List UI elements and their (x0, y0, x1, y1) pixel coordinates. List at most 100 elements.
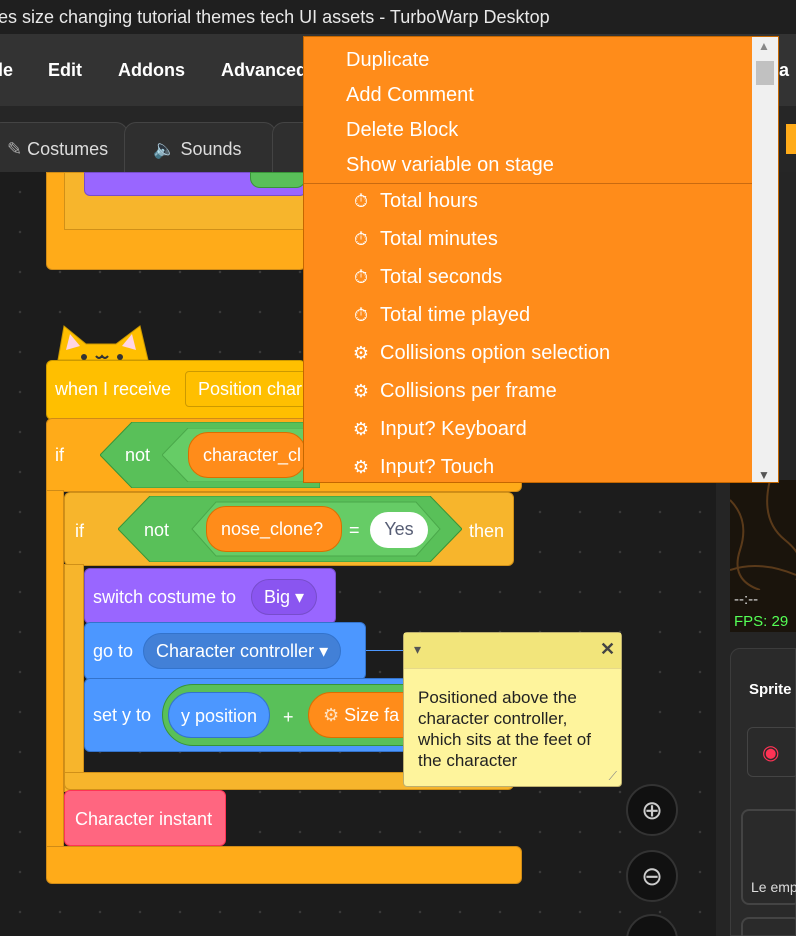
sprite-tile-2[interactable] (741, 917, 796, 936)
context-menu-scrollbar[interactable]: ▲ ▼ (752, 37, 778, 482)
dropdown-arrow-icon: ▾ (295, 587, 305, 607)
go-to-block[interactable]: go to Character controller ▾ (84, 622, 366, 680)
menu-item-label: Collisions per frame (380, 380, 557, 402)
character-clone-reporter[interactable]: character_cl (188, 432, 306, 478)
menu-addons[interactable]: Addons (118, 34, 185, 106)
message-dropdown[interactable]: Position char (185, 371, 307, 407)
gear-icon: ⚙ (352, 457, 370, 477)
sprite-tile[interactable]: Le emp (741, 809, 796, 905)
menu-item-label: Total time played (380, 304, 531, 326)
zoom-out-button[interactable]: ⊖ (626, 850, 678, 902)
if-inner-arm (64, 564, 84, 792)
zoom-in-button[interactable]: ⊕ (626, 784, 678, 836)
tab-costumes[interactable]: ✎ Costumes (0, 122, 128, 176)
go-to-label: go to (93, 641, 134, 661)
stage-mode-indicator (786, 124, 796, 154)
menu-item-input-keyboard[interactable]: ⚙ Input? Keyboard (350, 418, 527, 441)
fps-counter: FPS: 29 (734, 613, 789, 630)
sprite-panel: Sprite ◉ Le emp (730, 648, 796, 936)
menu-item-label: Input? Keyboard (380, 418, 527, 440)
tab-costumes-label: Costumes (27, 139, 109, 159)
menu-item-delete-block[interactable]: Delete Block (346, 119, 458, 142)
character-instant-label: Character instant (75, 809, 213, 829)
stopwatch-icon: ⏱ (353, 191, 369, 211)
switch-costume-label: switch costume to (93, 587, 237, 607)
menu-advanced[interactable]: Advanced (221, 34, 307, 106)
comment-link-line (366, 650, 404, 651)
menu-item-total-seconds[interactable]: ⏱ Total seconds (350, 266, 502, 289)
sprite-name: Le emp (751, 879, 796, 895)
menu-file[interactable]: le (0, 34, 13, 106)
set-y-label: set y to (93, 705, 152, 725)
comment-resize-handle[interactable]: ⟋ (609, 769, 617, 784)
stage-preview[interactable]: --:-- FPS: 29 (730, 480, 796, 632)
size-factor-reporter[interactable]: ⚙ Size fa (308, 692, 408, 738)
gear-icon: ⚙ (352, 419, 370, 439)
menu-item-show-variable[interactable]: Show variable on stage (346, 154, 554, 177)
menu-edit[interactable]: Edit (48, 34, 82, 106)
if-outer-foot (46, 846, 522, 884)
if-label-inner: if (75, 521, 84, 541)
gear-icon: ⚙ (323, 705, 340, 725)
if-outer-arm (46, 490, 64, 850)
scroll-up-icon[interactable]: ▲ (758, 39, 770, 53)
sprite-label: Sprite (749, 681, 792, 698)
stopwatch-icon: ⏱ (353, 267, 369, 287)
menu-item-total-minutes[interactable]: ⏱ Total minutes (350, 228, 498, 251)
gear-icon: ⚙ (352, 343, 370, 363)
nose-clone-reporter[interactable]: nose_clone? (206, 506, 342, 552)
menu-item-total-hours[interactable]: ⏱ Total hours (350, 190, 478, 213)
speaker-icon: 🔈 (153, 139, 176, 159)
menu-item-label: Input? Touch (380, 456, 495, 478)
equals-label: = (349, 520, 360, 540)
tab-sounds[interactable]: 🔈 Sounds (124, 122, 276, 176)
menu-item-collisions-option[interactable]: ⚙ Collisions option selection (350, 342, 610, 365)
scrollbar-thumb[interactable] (756, 61, 774, 85)
stopwatch-icon: ⏱ (353, 229, 369, 249)
menu-item-collisions-per-frame[interactable]: ⚙ Collisions per frame (350, 380, 557, 403)
not-label-inner: not (144, 520, 170, 540)
dropdown-arrow-icon: ▾ (319, 641, 329, 661)
not-label-outer: not (125, 445, 151, 465)
switch-costume-block[interactable]: switch costume to Big ▾ (84, 568, 336, 624)
plus-label: + (283, 707, 294, 727)
menu-item-label: Collisions option selection (380, 342, 611, 364)
zoom-out-icon: ⊖ (641, 861, 663, 891)
comment-collapse-icon[interactable]: ▾ (414, 641, 421, 658)
menu-separator (304, 183, 752, 184)
character-instant-block[interactable]: Character instant (64, 790, 226, 846)
go-to-dropdown[interactable]: Character controller ▾ (143, 633, 342, 669)
menu-item-label: Total hours (380, 190, 478, 212)
gear-icon: ⚙ (352, 381, 370, 401)
comment-text[interactable]: Positioned above the character controlle… (418, 687, 614, 771)
stage-clock: --:-- (734, 591, 759, 608)
costume-value: Big (264, 587, 291, 607)
comment-header[interactable] (404, 633, 621, 669)
costume-dropdown[interactable]: Big ▾ (251, 579, 318, 615)
scroll-down-icon[interactable]: ▼ (758, 468, 770, 482)
visibility-toggle[interactable]: ◉ (747, 727, 796, 777)
zoom-reset-button[interactable] (626, 914, 678, 936)
zoom-in-icon: ⊕ (641, 795, 663, 825)
then-label: then (469, 521, 505, 541)
menu-item-total-time-played[interactable]: ⏱ Total time played (350, 304, 530, 327)
menu-item-label: Total minutes (380, 228, 498, 250)
context-menu: Duplicate Add Comment Delete Block Show … (303, 36, 779, 483)
menu-item-duplicate[interactable]: Duplicate (346, 49, 429, 72)
when-i-receive-label: when I receive (55, 379, 172, 399)
menu-item-add-comment[interactable]: Add Comment (346, 84, 474, 107)
window-title: es size changing tutorial themes tech UI… (0, 7, 550, 27)
if-label-outer: if (55, 445, 64, 465)
comment-close-icon[interactable]: ✕ (600, 639, 615, 660)
block-comment[interactable]: ▾ ✕ Positioned above the character contr… (403, 632, 622, 787)
size-factor-label: Size fa (344, 705, 400, 725)
stopwatch-icon: ⏱ (353, 305, 369, 325)
menu-item-input-touch[interactable]: ⚙ Input? Touch (350, 456, 494, 479)
yes-input[interactable]: Yes (370, 512, 428, 548)
y-position-reporter[interactable]: y position (168, 692, 271, 738)
eye-icon: ◉ (762, 742, 780, 764)
title-bar: es size changing tutorial themes tech UI… (0, 0, 796, 34)
go-to-value: Character controller (156, 641, 315, 661)
cat-hat-ears (57, 325, 149, 361)
when-i-receive-block[interactable]: when I receive Position char (46, 360, 307, 420)
